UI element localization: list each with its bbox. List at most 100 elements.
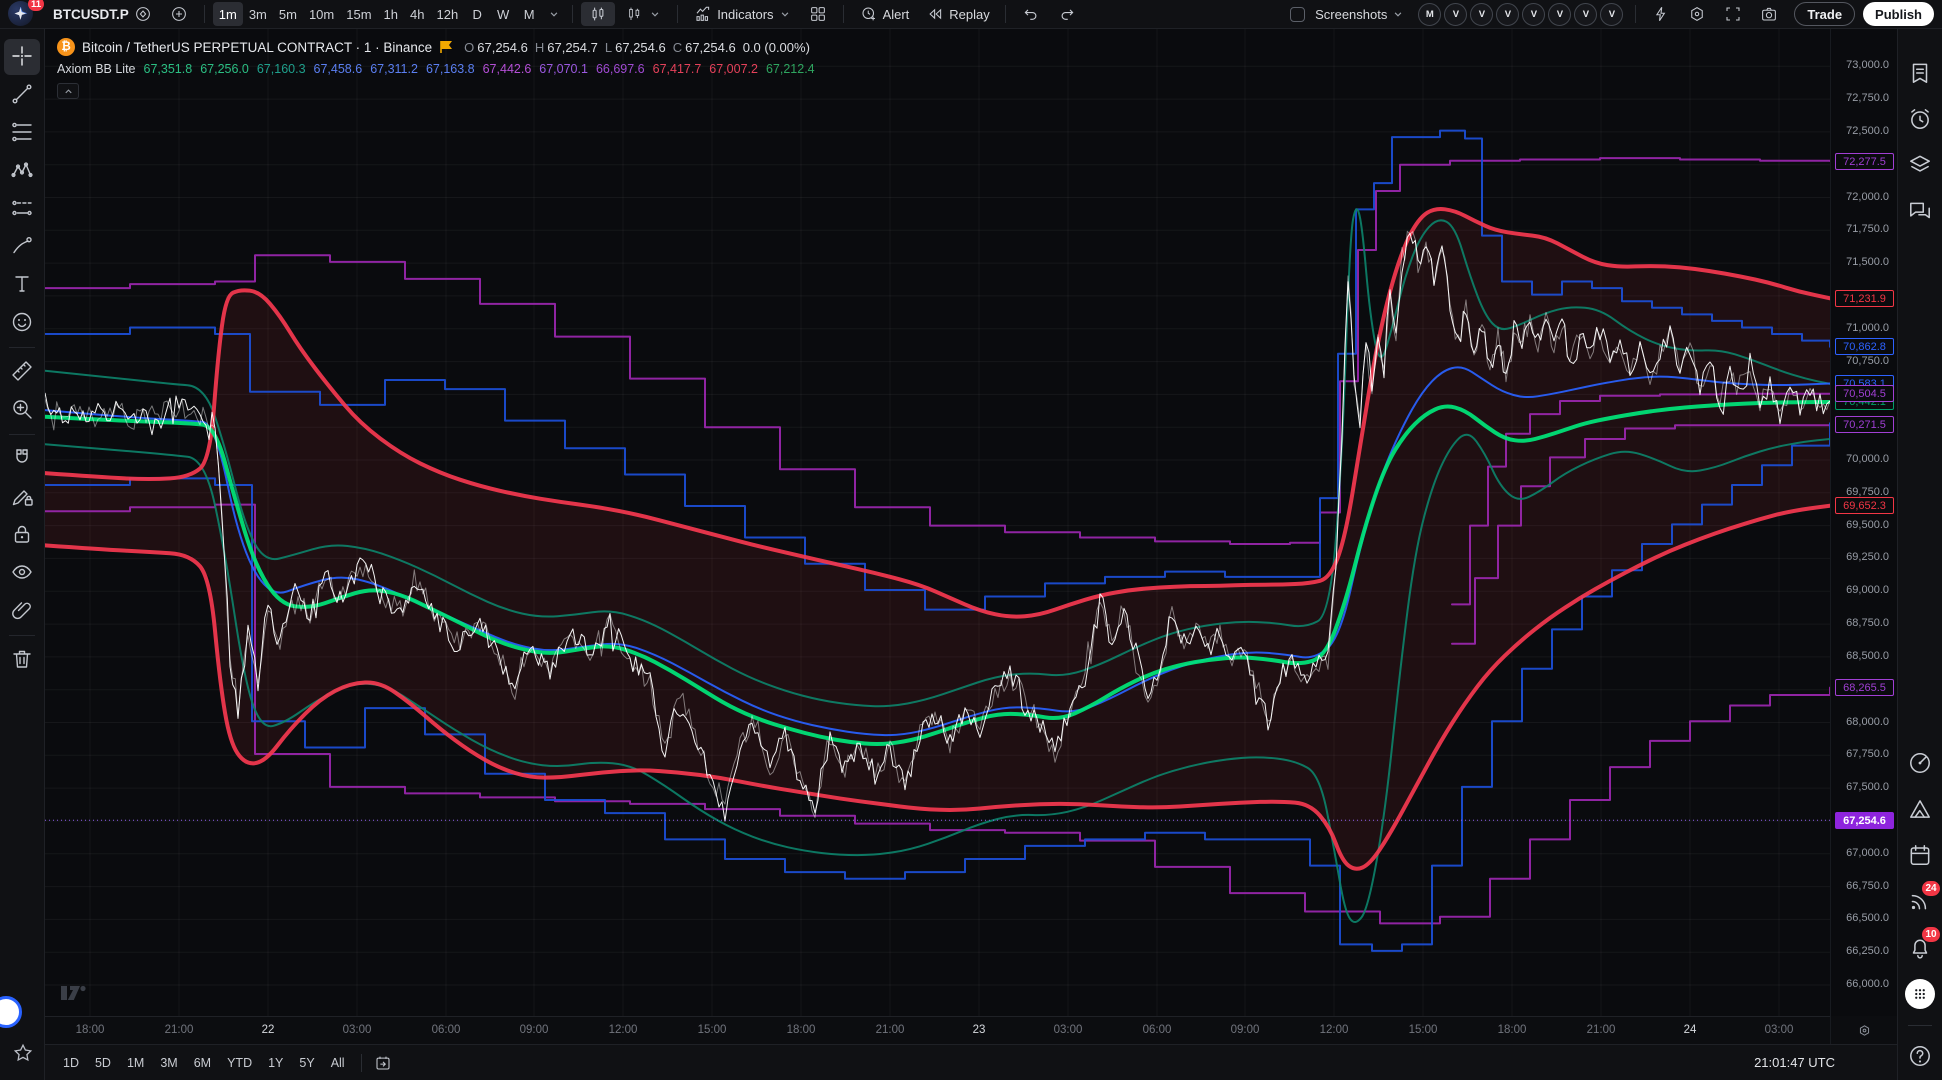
range-1d[interactable]: 1D <box>55 1051 87 1075</box>
notifications-panel[interactable]: 10 <box>1901 925 1939 971</box>
timeframe-M[interactable]: M <box>516 2 542 26</box>
timeframe-menu-button[interactable] <box>544 2 564 26</box>
symbol-legend-row[interactable]: ₿ Bitcoin / TetherUS PERPETUAL CONTRACT … <box>57 38 815 56</box>
redo-button[interactable] <box>1050 2 1084 26</box>
range-5y[interactable]: 5Y <box>291 1051 322 1075</box>
time-axis[interactable]: 18:0021:002203:0006:0009:0012:0015:0018:… <box>45 1016 1830 1044</box>
screener-panel[interactable] <box>1901 741 1939 787</box>
price-tick: 66,500.0 <box>1846 912 1889 924</box>
timeframe-12h[interactable]: 12h <box>430 2 464 26</box>
range-1m[interactable]: 1M <box>119 1051 152 1075</box>
publish-button[interactable]: Publish <box>1863 2 1934 26</box>
favorites-star-icon[interactable] <box>0 1042 45 1064</box>
alerts-panel[interactable] <box>1901 97 1939 143</box>
streams-panel[interactable]: 24 <box>1901 879 1939 925</box>
price-axis[interactable]: 73,000.072,750.072,500.072,000.071,750.0… <box>1830 29 1897 1016</box>
time-tick: 15:00 <box>1401 1024 1445 1036</box>
screenshots-toggle[interactable]: Screenshots <box>1283 2 1412 26</box>
timeframe-3m[interactable]: 3m <box>243 2 273 26</box>
replay-button[interactable]: Replay <box>918 2 996 26</box>
brush-tool[interactable] <box>4 229 40 265</box>
price-tick: 70,000.0 <box>1846 453 1889 465</box>
text-tool[interactable] <box>4 267 40 303</box>
range-all[interactable]: All <box>323 1051 353 1075</box>
forecast-tool[interactable] <box>4 191 40 227</box>
candle-style-button[interactable] <box>581 2 615 26</box>
avatar-8[interactable]: V <box>1600 3 1623 26</box>
emoji-tool[interactable] <box>4 305 40 341</box>
avatar-6[interactable]: V <box>1548 3 1571 26</box>
range-ytd[interactable]: YTD <box>219 1051 260 1075</box>
remove-drawings[interactable] <box>4 642 40 678</box>
flag-icon[interactable] <box>439 39 455 55</box>
chart-legend: ₿ Bitcoin / TetherUS PERPETUAL CONTRACT … <box>57 38 815 99</box>
trade-button[interactable]: Trade <box>1794 2 1855 26</box>
magnet-mode[interactable] <box>4 441 40 477</box>
pattern-tool[interactable] <box>4 153 40 189</box>
object-tree-link[interactable] <box>4 593 40 629</box>
range-6m[interactable]: 6M <box>186 1051 219 1075</box>
add-symbol-button[interactable] <box>162 2 196 26</box>
crosshair-tool[interactable] <box>4 39 40 75</box>
timeframe-D[interactable]: D <box>464 2 490 26</box>
lock-all-drawings[interactable] <box>4 517 40 553</box>
undo-icon <box>1021 4 1041 24</box>
avatar-1[interactable]: M <box>1418 3 1441 26</box>
trend-line-tool[interactable] <box>4 77 40 113</box>
legend-collapse-button[interactable] <box>57 83 79 99</box>
fullscreen-button[interactable] <box>1716 2 1750 26</box>
indicator-name[interactable]: Axiom BB Lite <box>57 62 136 76</box>
watchlist-panel[interactable] <box>1901 51 1939 97</box>
timeframe-10m[interactable]: 10m <box>303 2 340 26</box>
go-to-date-button[interactable] <box>370 1051 396 1075</box>
chart-area[interactable]: ₿ Bitcoin / TetherUS PERPETUAL CONTRACT … <box>45 29 1830 1016</box>
avatar-2[interactable]: V <box>1444 3 1467 26</box>
session-clock[interactable]: 21:01:47 UTC <box>1754 1055 1887 1070</box>
top-toolbar: 11 BTCUSDT.P 1m3m5m10m15m1h4h12hDWM <box>0 0 1942 29</box>
fib-retracement-tool[interactable] <box>4 115 40 151</box>
chart-settings-button[interactable] <box>1680 2 1714 26</box>
calendar-panel[interactable] <box>1901 833 1939 879</box>
candles-icon <box>588 4 608 24</box>
candle-style-menu-button[interactable] <box>617 2 669 26</box>
layout-grid-button[interactable] <box>801 2 835 26</box>
avatar-4[interactable]: V <box>1496 3 1519 26</box>
range-1y[interactable]: 1Y <box>260 1051 291 1075</box>
measure-tool[interactable] <box>4 354 40 390</box>
timeframe-5m[interactable]: 5m <box>273 2 303 26</box>
timeframe-W[interactable]: W <box>490 2 516 26</box>
avatar-7[interactable]: V <box>1574 3 1597 26</box>
apps-menu-button[interactable] <box>1901 971 1939 1017</box>
timeframe-1h[interactable]: 1h <box>378 2 404 26</box>
timeframe-4h[interactable]: 4h <box>404 2 430 26</box>
tradingview-logo[interactable]: 11 <box>8 1 38 27</box>
timeframe-1m[interactable]: 1m <box>213 2 243 26</box>
account-fab[interactable] <box>0 996 22 1028</box>
snapshot-button[interactable] <box>1752 2 1786 26</box>
object-tree-panel[interactable] <box>1901 143 1939 189</box>
time-tick: 03:00 <box>1046 1024 1090 1036</box>
hide-all-drawings[interactable] <box>4 555 40 591</box>
range-3m[interactable]: 3M <box>152 1051 185 1075</box>
ohlc-value: 67,254.6 <box>615 40 666 55</box>
chart-canvas[interactable] <box>45 29 1830 1016</box>
timeframe-15m[interactable]: 15m <box>340 2 377 26</box>
timeframe-group: 1m3m5m10m15m1h4h12hDWM <box>213 2 542 26</box>
indicator-legend-row[interactable]: Axiom BB Lite 67,351.867,256.067,160.367… <box>57 62 815 76</box>
zoom-in-tool[interactable] <box>4 392 40 428</box>
stay-in-drawing-mode[interactable] <box>4 479 40 515</box>
indicators-button[interactable]: Indicators <box>686 2 798 26</box>
symbol-search-button[interactable]: BTCUSDT.P <box>46 2 160 26</box>
range-5d[interactable]: 5D <box>87 1051 119 1075</box>
undo-button[interactable] <box>1014 2 1048 26</box>
avatar-3[interactable]: V <box>1470 3 1493 26</box>
price-axis-settings[interactable] <box>1830 1016 1897 1044</box>
screenshots-checkbox[interactable] <box>1290 7 1305 22</box>
quick-actions-button[interactable] <box>1644 2 1678 26</box>
create-alert-button[interactable]: Alert <box>852 2 917 26</box>
help-button[interactable] <box>1901 1034 1939 1080</box>
ideas-panel[interactable] <box>1901 787 1939 833</box>
avatar-5[interactable]: V <box>1522 3 1545 26</box>
chat-panel[interactable] <box>1901 189 1939 235</box>
symbol-title[interactable]: Bitcoin / TetherUS PERPETUAL CONTRACT · … <box>82 40 432 55</box>
